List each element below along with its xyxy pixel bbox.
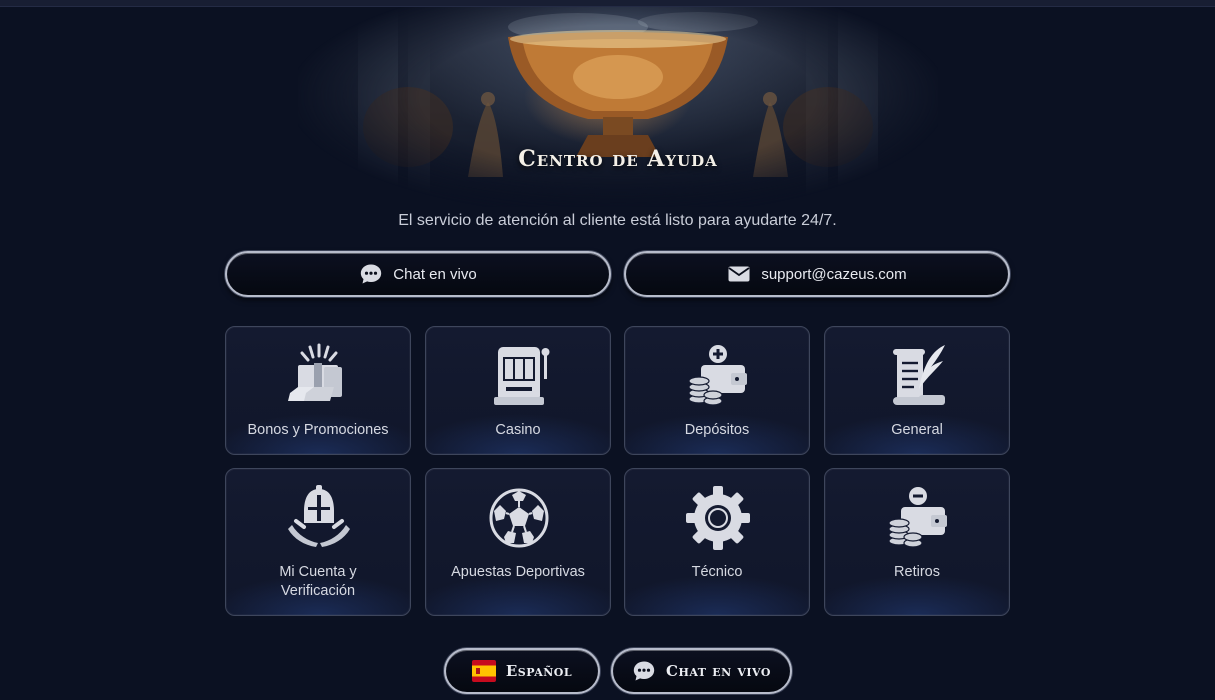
slot-machine-icon [484, 343, 554, 409]
top-bar [0, 0, 1215, 7]
spain-flag-icon [471, 660, 496, 682]
email-label: support@cazeus.com [761, 265, 907, 283]
helmet-laurel-icon [284, 485, 354, 551]
email-support-button[interactable]: support@cazeus.com [624, 251, 1010, 297]
category-label: General [891, 422, 943, 438]
page-title: Centro de Ayuda [518, 146, 718, 172]
golden-chalice-illustration [358, 7, 878, 207]
category-tile-bonos-promociones[interactable]: Bonos y Promociones [225, 326, 411, 455]
category-label: Apuestas Deportivas [451, 564, 585, 580]
scroll-quill-icon [883, 343, 953, 409]
wallet-minus-icon [883, 485, 953, 551]
category-tile-retiros[interactable]: Retiros [824, 468, 1010, 616]
footer-live-chat-button[interactable]: Chat en vivo [611, 648, 792, 694]
category-tile-depositos[interactable]: Depósitos [624, 326, 810, 455]
category-tile-apuestas-deportivas[interactable]: Apuestas Deportivas [425, 468, 611, 616]
live-chat-label: Chat en vivo [393, 265, 477, 283]
footer-chat-label: Chat en vivo [666, 662, 771, 680]
wallet-plus-icon [683, 343, 753, 409]
soccer-ball-icon [484, 485, 554, 551]
category-label: Retiros [894, 564, 940, 580]
language-selector-button[interactable]: Español [444, 648, 600, 694]
category-label: Depósitos [684, 422, 750, 438]
chat-bubble-icon [359, 262, 383, 286]
category-tile-casino[interactable]: Casino [425, 326, 611, 455]
category-tile-mi-cuenta[interactable]: Mi Cuenta y Verificación [225, 468, 411, 616]
gear-icon [683, 485, 753, 551]
category-tile-tecnico[interactable]: Técnico [624, 468, 810, 616]
language-label: Español [505, 662, 573, 680]
category-label: Bonos y Promociones [247, 422, 389, 438]
category-label: Técnico [691, 564, 743, 580]
category-tile-general[interactable]: General [824, 326, 1010, 455]
support-subtitle: El servicio de atención al cliente está … [398, 212, 837, 229]
hero-banner [298, 7, 938, 207]
category-label: Casino [495, 422, 541, 438]
envelope-icon [727, 262, 751, 286]
category-label: Mi Cuenta y Verificación [279, 564, 357, 599]
gift-gold-icon [284, 343, 354, 409]
chat-bubble-icon [632, 659, 656, 683]
live-chat-button[interactable]: Chat en vivo [225, 251, 611, 297]
